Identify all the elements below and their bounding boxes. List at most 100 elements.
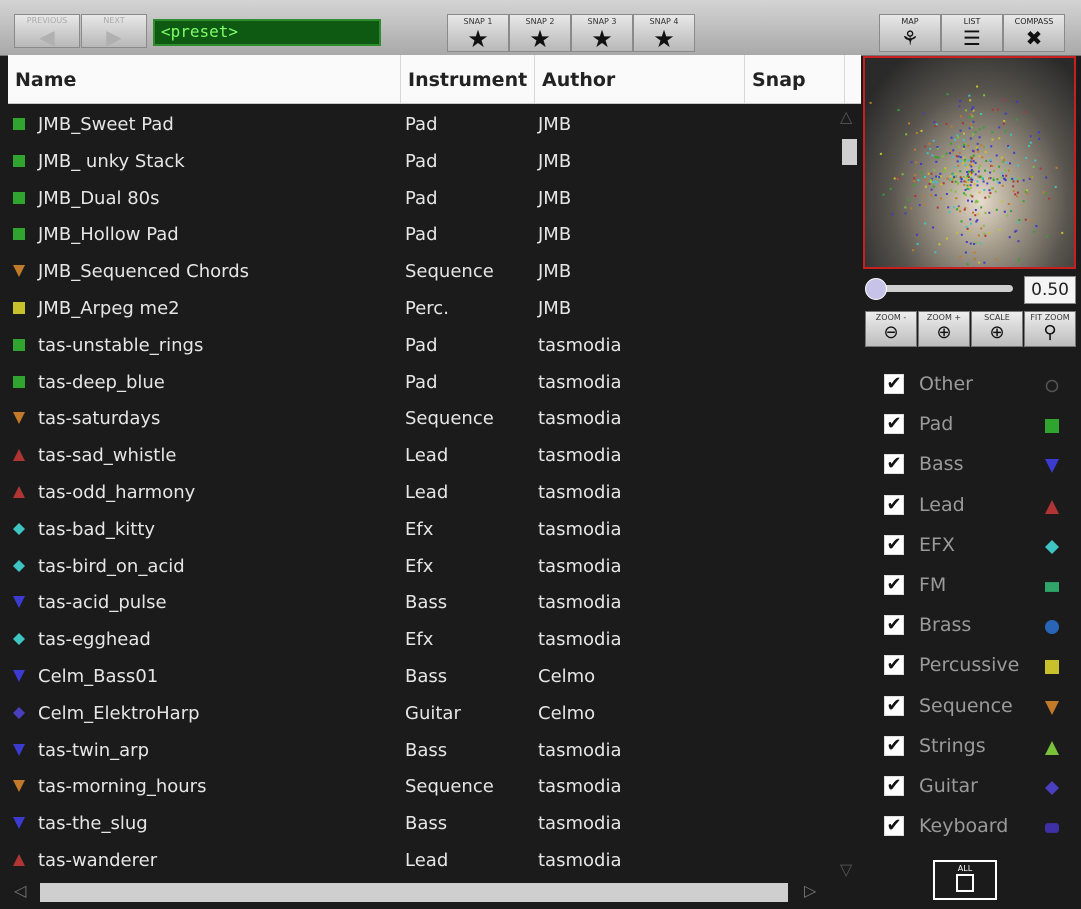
preset-table: Name Instrument Author Snap JMB_Sweet Pa… [8, 55, 861, 879]
slider-track[interactable] [873, 285, 1013, 292]
zoom-in-label: ZOOM + [926, 313, 962, 322]
sequence-marker-icon [1045, 700, 1059, 715]
filter-keyboard[interactable]: ✔ Keyboard [865, 806, 1077, 846]
column-header-author[interactable]: Author [535, 55, 745, 103]
fm-marker-icon [1045, 579, 1059, 593]
table-row[interactable]: JMB_Hollow Pad Pad JMB [8, 217, 836, 254]
table-row[interactable]: tas-sad_whistle Lead tasmodia [8, 438, 836, 475]
filter-bass[interactable]: ✔ Bass [865, 444, 1077, 484]
row-instrument: Bass [405, 665, 448, 687]
star-icon: ★ [467, 25, 489, 53]
filter-other[interactable]: ✔ Other [865, 364, 1077, 404]
filter-fm[interactable]: ✔ FM [865, 565, 1077, 605]
row-name: tas-acid_pulse [38, 592, 167, 614]
row-author: JMB [538, 187, 572, 209]
table-row[interactable]: tas-wanderer Lead tasmodia [8, 843, 836, 880]
select-all-button[interactable]: ALL [933, 860, 997, 900]
compass-button[interactable]: COMPASS ✖ [1003, 14, 1065, 52]
column-header-snap[interactable]: Snap [745, 55, 845, 103]
row-instrument: Bass [405, 739, 448, 761]
snap-1-button[interactable]: SNAP 1 ★ [447, 14, 509, 52]
filter-pad[interactable]: ✔ Pad [865, 404, 1077, 444]
filter-checkbox[interactable]: ✔ [884, 816, 904, 837]
table-header: Name Instrument Author Snap [8, 55, 861, 104]
table-row[interactable]: Celm_ElektroHarp Guitar Celmo [8, 696, 836, 733]
filter-label: Strings [919, 734, 986, 757]
table-row[interactable]: tas-twin_arp Bass tasmodia [8, 733, 836, 770]
filter-checkbox[interactable]: ✔ [884, 615, 904, 636]
filter-percussive[interactable]: ✔ Percussive [865, 645, 1077, 685]
column-header-name[interactable]: Name [8, 55, 401, 103]
scroll-left-icon[interactable]: ◁ [14, 881, 26, 900]
scroll-up-icon[interactable]: △ [840, 107, 852, 126]
filter-checkbox[interactable]: ✔ [884, 776, 904, 796]
table-row[interactable]: Celm_Bass01 Bass Celmo [8, 659, 836, 696]
table-row[interactable]: tas-bad_kitty Efx tasmodia [8, 512, 836, 549]
table-row[interactable]: tas-bird_on_acid Efx tasmodia [8, 549, 836, 586]
filter-checkbox[interactable]: ✔ [884, 655, 904, 676]
table-row[interactable]: JMB_Sweet Pad Pad JMB [8, 107, 836, 144]
snap-4-button[interactable]: SNAP 4 ★ [633, 14, 695, 52]
strings-marker-icon [1045, 740, 1059, 755]
table-row[interactable]: tas-saturdays Sequence tasmodia [8, 401, 836, 438]
row-author: tasmodia [538, 371, 622, 393]
snap-3-button[interactable]: SNAP 3 ★ [571, 14, 633, 52]
preset-map[interactable] [863, 56, 1076, 269]
sequence-marker-icon [13, 254, 25, 278]
preset-field[interactable]: <preset> [153, 19, 381, 46]
list-button[interactable]: LIST ☰ [941, 14, 1003, 52]
filter-checkbox[interactable]: ✔ [884, 575, 904, 595]
vertical-scrollbar[interactable]: △ ▽ [838, 105, 861, 879]
zoom-in-button[interactable]: ZOOM + ⊕ [918, 311, 970, 347]
table-row[interactable]: JMB_Dual 80s Pad JMB [8, 181, 836, 218]
filter-checkbox[interactable]: ✔ [884, 454, 904, 475]
next-button[interactable]: NEXT ▶ [81, 14, 147, 48]
filter-checkbox[interactable]: ✔ [884, 735, 904, 756]
filter-checkbox[interactable]: ✔ [884, 494, 904, 515]
table-row[interactable]: tas-odd_harmony Lead tasmodia [8, 475, 836, 512]
table-row[interactable]: tas-morning_hours Sequence tasmodia [8, 769, 836, 806]
lead-marker-icon [13, 438, 25, 462]
filter-label: Percussive [919, 654, 1020, 677]
scale-button[interactable]: SCALE ⊕ [971, 311, 1023, 347]
fit-zoom-icon: ⚲ [1043, 322, 1057, 343]
scroll-right-icon[interactable]: ▷ [804, 881, 816, 900]
filter-checkbox[interactable]: ✔ [884, 534, 904, 555]
row-name: tas-twin_arp [38, 739, 150, 761]
fit-zoom-button[interactable]: FIT ZOOM ⚲ [1024, 311, 1076, 347]
table-row[interactable]: tas-acid_pulse Bass tasmodia [8, 585, 836, 622]
filter-label: Brass [919, 614, 972, 637]
table-row[interactable]: JMB_ unky Stack Pad JMB [8, 144, 836, 181]
table-row[interactable]: tas-deep_blue Pad tasmodia [8, 365, 836, 402]
row-author: JMB [538, 297, 572, 319]
slider-knob[interactable] [865, 278, 887, 300]
scroll-down-icon[interactable]: ▽ [840, 860, 852, 879]
row-instrument: Bass [405, 813, 448, 835]
horizontal-scroll-thumb[interactable] [40, 883, 788, 902]
filter-checkbox[interactable]: ✔ [884, 374, 904, 394]
scroll-thumb[interactable] [842, 139, 857, 165]
filter-brass[interactable]: ✔ Brass [865, 605, 1077, 645]
filter-lead[interactable]: ✔ Lead [865, 485, 1077, 525]
map-button[interactable]: MAP ⚘ [879, 14, 941, 52]
previous-button[interactable]: PREVIOUS ◀ [14, 14, 80, 48]
filter-sequence[interactable]: ✔ Sequence [865, 686, 1077, 726]
zoom-out-button[interactable]: ZOOM - ⊖ [865, 311, 917, 347]
snap-2-button[interactable]: SNAP 2 ★ [509, 14, 571, 52]
filter-checkbox[interactable]: ✔ [884, 414, 904, 435]
slider-value[interactable]: 0.50 [1024, 276, 1076, 304]
filter-strings[interactable]: ✔ Strings [865, 726, 1077, 766]
table-row[interactable]: JMB_Sequenced Chords Sequence JMB [8, 254, 836, 291]
table-row[interactable]: tas-the_slug Bass tasmodia [8, 806, 836, 843]
table-row[interactable]: tas-egghead Efx tasmodia [8, 622, 836, 659]
filter-guitar[interactable]: ✔ Guitar [865, 766, 1077, 806]
table-row[interactable]: tas-unstable_rings Pad tasmodia [8, 328, 836, 365]
row-instrument: Efx [405, 555, 434, 577]
horizontal-scrollbar[interactable]: ◁ ▷ [8, 879, 861, 906]
table-row[interactable]: JMB_Arpeg me2 Perc. JMB [8, 291, 836, 328]
zoom-slider[interactable] [865, 275, 1015, 301]
efx-marker-icon [13, 549, 25, 572]
column-header-instrument[interactable]: Instrument [401, 55, 535, 103]
filter-checkbox[interactable]: ✔ [884, 695, 904, 716]
filter-efx[interactable]: ✔ EFX [865, 525, 1077, 565]
